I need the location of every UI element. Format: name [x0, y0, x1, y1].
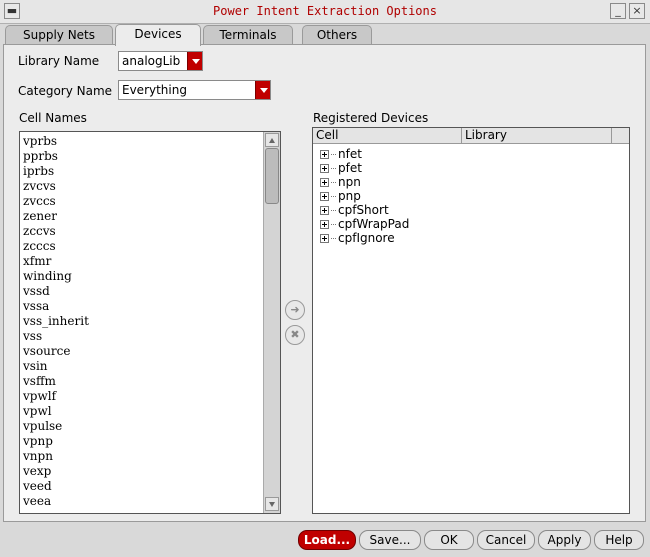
tree-item[interactable]: cpfShort: [320, 203, 629, 217]
tree-connector: [331, 167, 336, 169]
list-item[interactable]: zvcvs: [23, 179, 280, 194]
list-item[interactable]: veed: [23, 479, 280, 494]
category-name-label: Category Name: [18, 84, 113, 98]
expand-icon[interactable]: [320, 163, 329, 173]
tab-terminals[interactable]: Terminals: [203, 25, 293, 45]
tree-item-label: cpfIgnore: [338, 231, 395, 245]
tree-item[interactable]: cpfWrapPad: [320, 217, 629, 231]
scroll-down-icon[interactable]: [265, 497, 279, 511]
tree-header: Cell Library: [313, 128, 629, 144]
add-device-button[interactable]: ➜: [285, 300, 305, 320]
column-cell[interactable]: Cell: [313, 128, 462, 143]
list-item[interactable]: vsin: [23, 359, 280, 374]
chevron-down-icon[interactable]: [255, 81, 270, 99]
help-button[interactable]: Help: [594, 530, 644, 550]
scroll-up-icon[interactable]: [265, 133, 279, 147]
close-icon[interactable]: ×: [629, 3, 645, 19]
tree-item-label: npn: [338, 175, 361, 189]
tree-connector: [331, 153, 336, 155]
tree-item-label: pnp: [338, 189, 361, 203]
tab-supply-nets[interactable]: Supply Nets: [5, 25, 113, 45]
library-name-label: Library Name: [18, 54, 100, 68]
tree-item-label: cpfShort: [338, 203, 389, 217]
list-item[interactable]: vss: [23, 329, 280, 344]
tree-item[interactable]: pfet: [320, 161, 629, 175]
registered-devices-tree[interactable]: Cell Library nfet pfet npn pnp cpfShort cpfWr…: [312, 127, 630, 514]
tree-connector: [331, 237, 336, 239]
title-bar: ▬ Power Intent Extraction Options _ ×: [0, 0, 650, 24]
list-item[interactable]: zcccs: [23, 239, 280, 254]
tree-connector: [331, 209, 336, 211]
list-item[interactable]: xfmr: [23, 254, 280, 269]
expand-icon[interactable]: [320, 205, 329, 215]
list-item[interactable]: vsffm: [23, 374, 280, 389]
load-button[interactable]: Load...: [298, 530, 356, 550]
tree-item[interactable]: npn: [320, 175, 629, 189]
list-item[interactable]: veea: [23, 494, 280, 509]
category-name-combo[interactable]: Everything: [118, 80, 271, 100]
list-item[interactable]: vpnp: [23, 434, 280, 449]
tree-item-label: nfet: [338, 147, 362, 161]
expand-icon[interactable]: [320, 233, 329, 243]
list-item[interactable]: vexp: [23, 464, 280, 479]
list-item[interactable]: iprbs: [23, 164, 280, 179]
cell-names-label: Cell Names: [19, 111, 87, 125]
list-item[interactable]: vssa: [23, 299, 280, 314]
tree-connector: [331, 223, 336, 225]
list-item[interactable]: pprbs: [23, 149, 280, 164]
list-item[interactable]: vss_inherit: [23, 314, 280, 329]
list-item[interactable]: vpwlf: [23, 389, 280, 404]
list-item[interactable]: vssd: [23, 284, 280, 299]
ok-button[interactable]: OK: [424, 530, 474, 550]
list-item[interactable]: zccvs: [23, 224, 280, 239]
library-name-combo[interactable]: analogLib: [118, 51, 203, 71]
cell-list-scrollbar[interactable]: [263, 132, 280, 513]
tree-item[interactable]: cpfIgnore: [320, 231, 629, 245]
library-name-value: analogLib: [122, 54, 181, 68]
tree-connector: [331, 195, 336, 197]
save-button[interactable]: Save...: [359, 530, 421, 550]
list-item[interactable]: vsource: [23, 344, 280, 359]
tab-devices[interactable]: Devices: [115, 24, 201, 46]
window-title: Power Intent Extraction Options: [213, 4, 437, 18]
expand-icon[interactable]: [320, 219, 329, 229]
tree-item-label: cpfWrapPad: [338, 217, 410, 231]
remove-device-button[interactable]: ✖: [285, 325, 305, 345]
list-item[interactable]: winding: [23, 269, 280, 284]
tree-connector: [331, 181, 336, 183]
expand-icon[interactable]: [320, 191, 329, 201]
list-item[interactable]: vpwl: [23, 404, 280, 419]
category-name-value: Everything: [122, 83, 187, 97]
tree-item[interactable]: pnp: [320, 189, 629, 203]
apply-button[interactable]: Apply: [538, 530, 591, 550]
expand-icon[interactable]: [320, 177, 329, 187]
cell-names-list[interactable]: vprbs pprbs iprbs zvcvs zvccs zener zccvs zcccs…: [19, 131, 281, 514]
cancel-button[interactable]: Cancel: [477, 530, 535, 550]
minimize-icon[interactable]: _: [610, 3, 626, 19]
registered-devices-label: Registered Devices: [313, 111, 429, 125]
list-item[interactable]: vpulse: [23, 419, 280, 434]
list-item[interactable]: vnpn: [23, 449, 280, 464]
column-library[interactable]: Library: [462, 128, 612, 143]
expand-icon[interactable]: [320, 149, 329, 159]
list-item[interactable]: zener: [23, 209, 280, 224]
tree-item[interactable]: nfet: [320, 147, 629, 161]
list-item[interactable]: vprbs: [23, 134, 280, 149]
tab-others[interactable]: Others: [302, 25, 372, 45]
list-item[interactable]: zvccs: [23, 194, 280, 209]
chevron-down-icon[interactable]: [187, 52, 202, 70]
scroll-thumb[interactable]: [265, 148, 279, 204]
tree-item-label: pfet: [338, 161, 362, 175]
